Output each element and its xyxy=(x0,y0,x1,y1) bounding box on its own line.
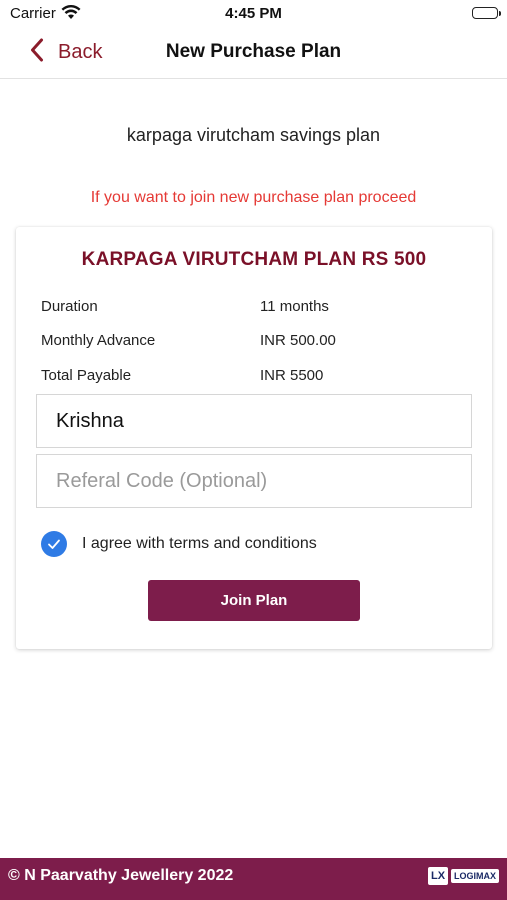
name-input[interactable] xyxy=(37,395,471,447)
name-field[interactable] xyxy=(36,394,472,448)
battery-icon xyxy=(472,7,501,19)
plan-name: karpaga virutcham savings plan xyxy=(126,125,381,145)
referral-code-field[interactable] xyxy=(36,454,472,508)
total-payable-value: INR 5500 xyxy=(260,367,324,384)
logimax-text: LOGIMAX xyxy=(451,869,499,883)
join-plan-button[interactable]: Join Plan xyxy=(148,580,360,621)
status-bar: Carrier 4:45 PM xyxy=(0,0,507,28)
monthly-advance-value: INR 500.00 xyxy=(260,332,336,349)
navigation-bar: Back New Purchase Plan xyxy=(0,28,507,79)
plan-card-title: KARPAGA VIRUTCHAM PLAN RS 500 xyxy=(81,249,427,270)
footer: © N Paarvathy Jewellery 2022 LX LOGIMAX xyxy=(0,858,507,900)
terms-label: I agree with terms and conditions xyxy=(82,535,317,552)
duration-label: Duration xyxy=(41,298,98,315)
page-title: New Purchase Plan xyxy=(165,41,342,62)
referral-code-input[interactable] xyxy=(37,455,471,507)
logimax-mark: LX xyxy=(428,867,448,885)
logimax-logo: LX LOGIMAX xyxy=(428,867,499,885)
join-notice: If you want to join new purchase plan pr… xyxy=(90,189,417,206)
total-payable-label: Total Payable xyxy=(41,367,132,384)
clock: 4:45 PM xyxy=(225,5,282,22)
monthly-advance-label: Monthly Advance xyxy=(41,332,156,349)
checkbox-checked-icon[interactable] xyxy=(41,531,67,557)
plan-card: KARPAGA VIRUTCHAM PLAN RS 500 Duration 1… xyxy=(16,227,492,649)
copyright-text: © N Paarvathy Jewellery 2022 xyxy=(8,867,234,884)
duration-value: 11 months xyxy=(260,298,329,315)
terms-agreement[interactable]: I agree with terms and conditions xyxy=(41,530,317,558)
